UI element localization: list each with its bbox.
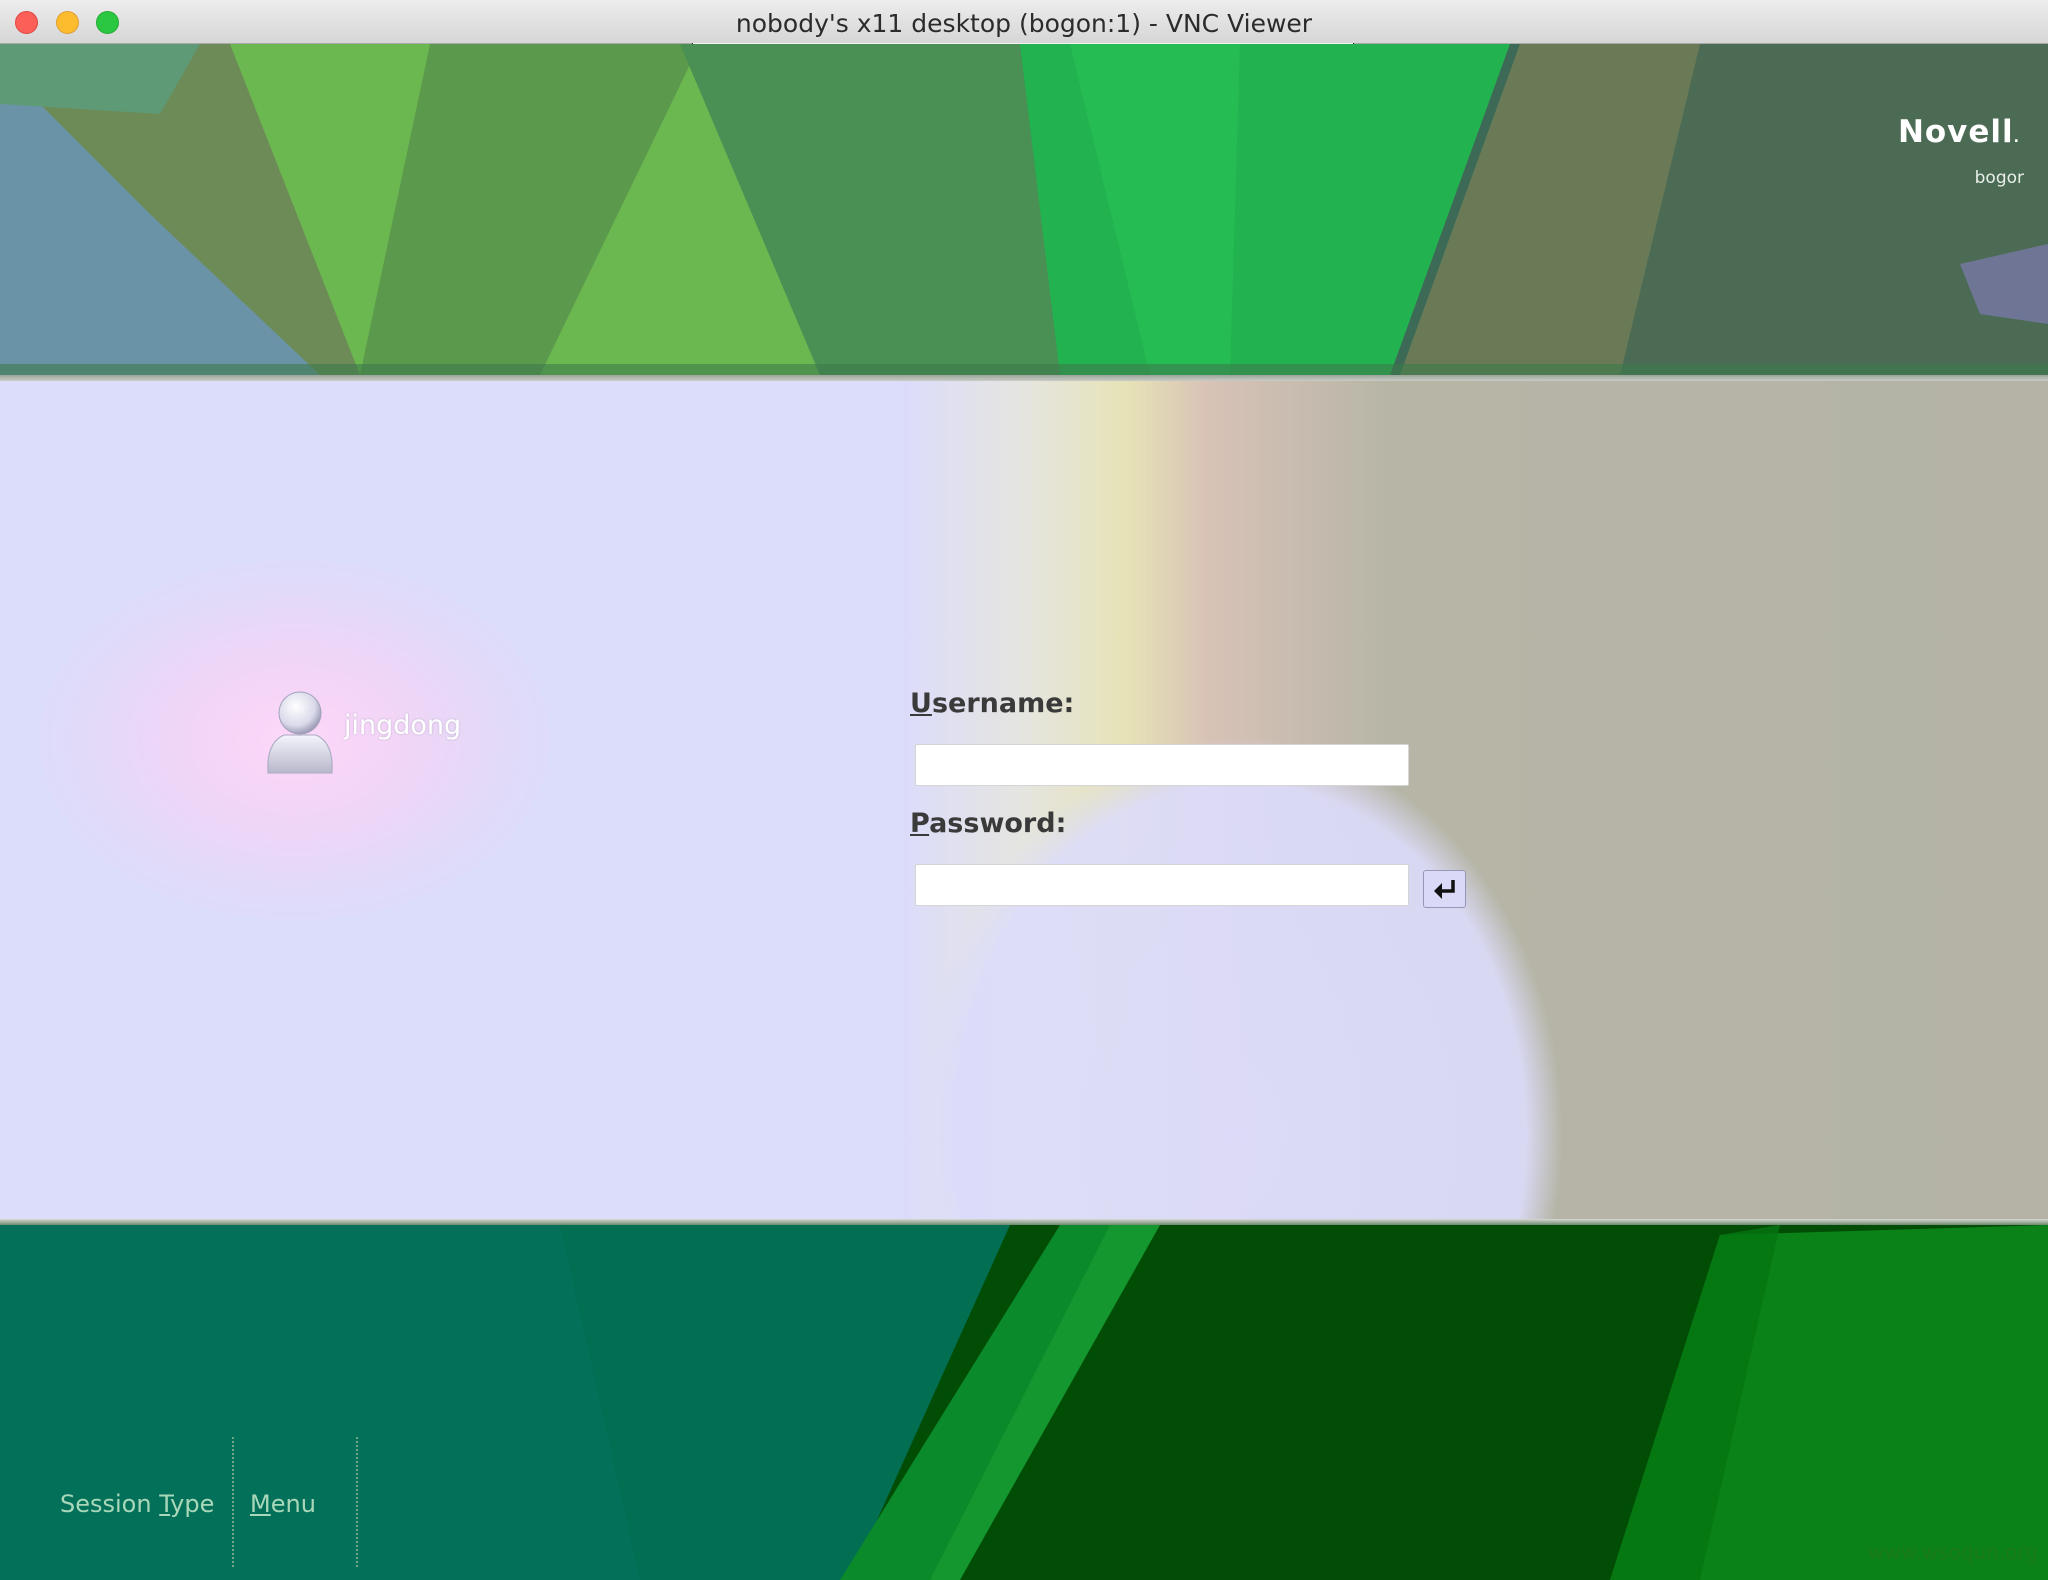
window-title: nobody's x11 desktop (bogon:1) - VNC Vie… [735,9,1313,38]
password-input[interactable] [915,864,1409,906]
top-banner: Novell. bogor [0,44,2048,375]
username-input[interactable] [915,744,1409,786]
watermark: www.wsoqun.org [1868,1540,2038,1564]
hostname-label: bogor [1974,168,2024,188]
username-label-mnemonic: U [910,688,932,719]
session-type-menu[interactable]: Session Type [60,1490,214,1518]
novell-logo-dot: . [2013,130,2020,146]
password-label-mnemonic: P [910,808,930,839]
bottom-panel [0,1225,2048,1580]
menu-label: enu [270,1490,316,1518]
login-submit-button[interactable] [1423,870,1466,908]
password-label: Password: [910,808,1066,839]
window-title-bar: nobody's x11 desktop (bogon:1) - VNC Vie… [0,0,2048,44]
enter-arrow-icon [1433,880,1455,899]
novell-logo: Novell. [1898,114,2020,150]
system-menu[interactable]: Menu [250,1490,316,1518]
username-label: Username: [910,688,1074,719]
bottom-panel-background [0,1225,2048,1580]
divider [232,1437,234,1567]
top-banner-background [0,44,2048,375]
session-type-mnemonic: T [159,1490,171,1518]
divider [0,375,2048,381]
novell-logo-text: Novell [1897,114,2014,150]
menu-mnemonic: M [250,1490,271,1518]
password-label-text: assword: [929,808,1067,839]
divider [356,1437,358,1567]
session-type-label-rest: ype [170,1490,215,1518]
user-name-label: jingdong [344,709,462,741]
user-avatar-icon [267,691,333,774]
session-type-label: Session [60,1490,160,1518]
user-list-item[interactable]: jingdong [260,685,461,775]
username-label-text: sername: [931,688,1075,719]
